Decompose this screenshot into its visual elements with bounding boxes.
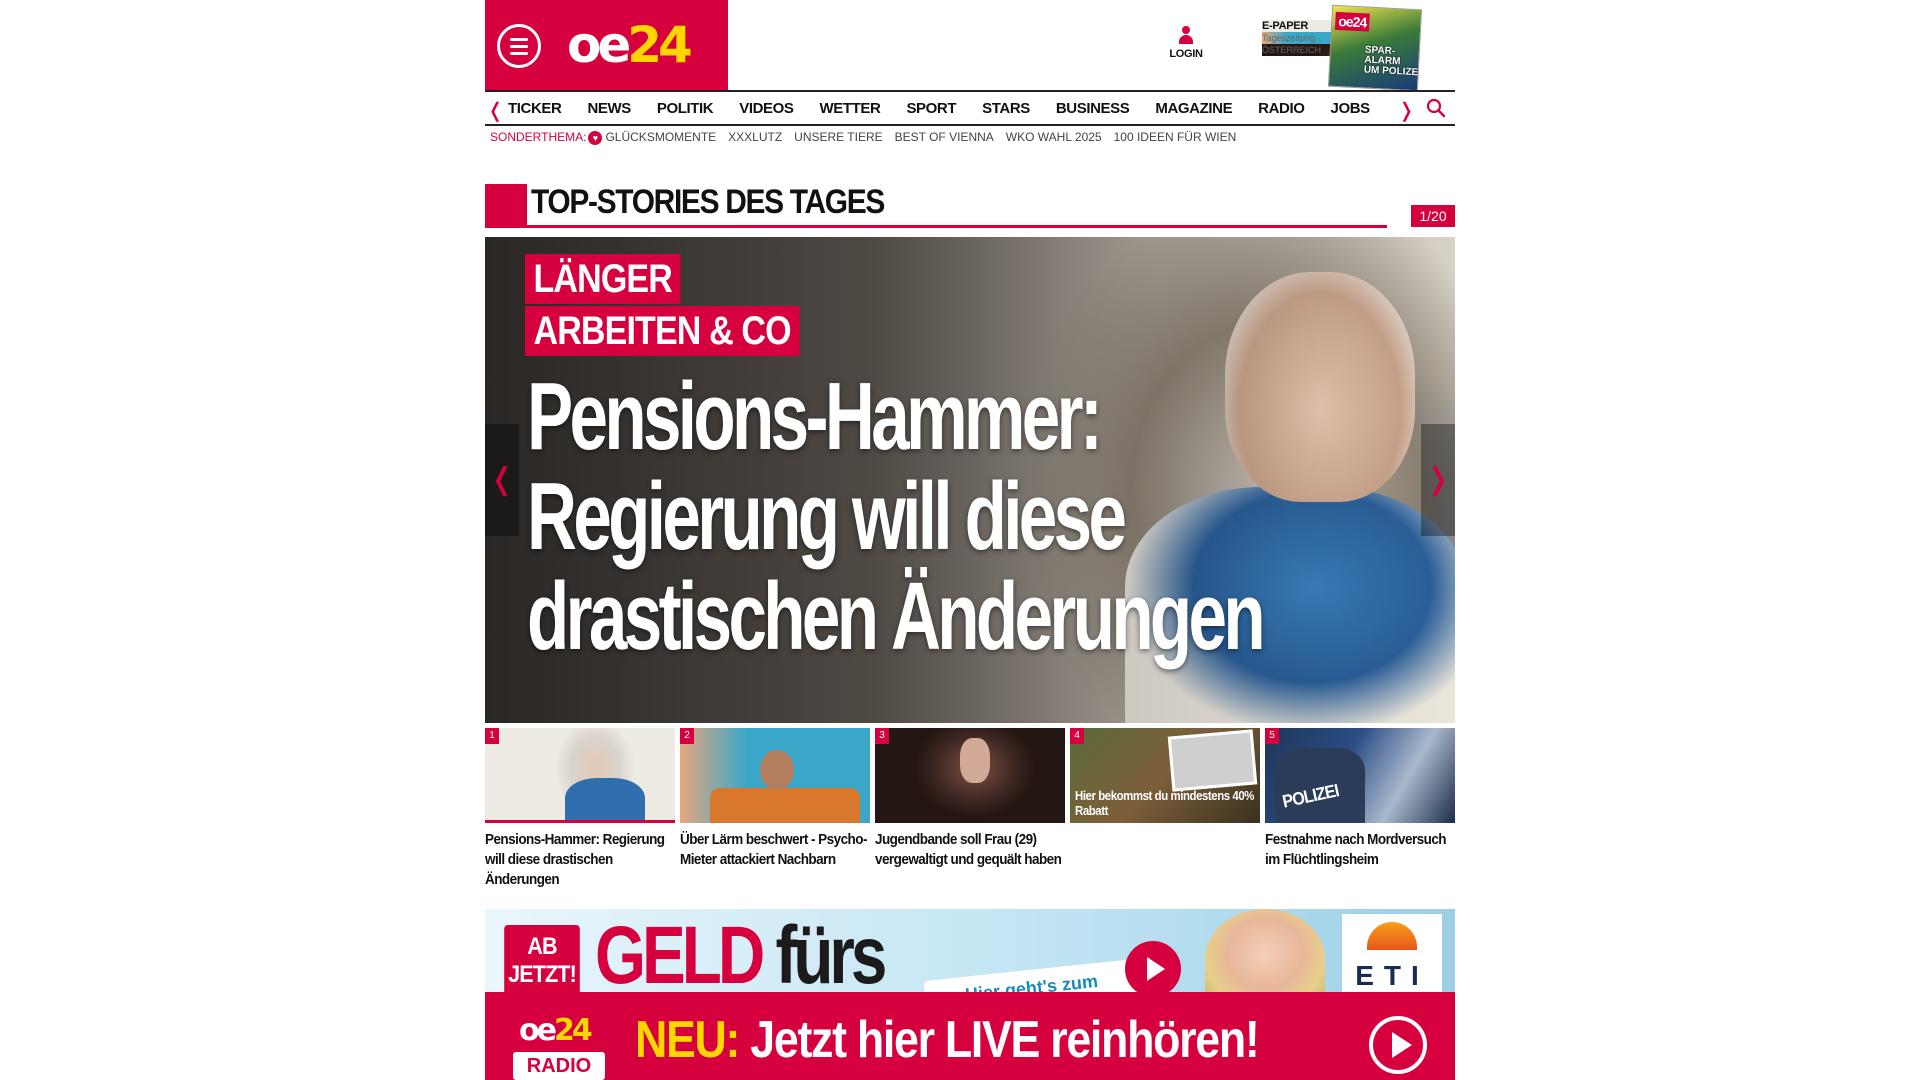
heart-icon: ♥ — [588, 131, 603, 145]
ad-word-geld: GELD — [595, 910, 765, 1001]
ad-model-image — [1205, 909, 1325, 1000]
radio-logo-label: RADIO — [513, 1052, 605, 1080]
thumb-caption: Pensions-Hammer: Regierung will diese dr… — [485, 831, 665, 888]
nav-item-sport[interactable]: SPORT — [906, 100, 956, 117]
thumb-image: 1 — [485, 728, 675, 823]
special-topic-item[interactable]: GLÜCKSMOMENTE — [605, 130, 716, 145]
nav-item-politik[interactable]: POLITIK — [657, 100, 714, 117]
epaper-cover-image[interactable]: oe24 SPAR- ALARM UM POLIZEI — [1327, 4, 1423, 92]
thumb-caption: Festnahme nach Mordversuch im Flüchtling… — [1265, 831, 1447, 868]
thumb-number: 4 — [1070, 728, 1084, 744]
radio-logo-oe: oe — [519, 1013, 557, 1048]
thumb-number: 3 — [875, 728, 889, 744]
radio-logo-oe24: oe24 — [519, 1013, 593, 1048]
thumb-caption: Jugendbande soll Frau (29) vergewaltigt … — [875, 831, 1062, 868]
sun-icon — [1367, 922, 1417, 950]
story-thumb-3[interactable]: 3 Jugendbande soll Frau (29) vergewaltig… — [875, 728, 1065, 893]
hero-kicker: LÄNGER ARBEITEN & CO — [525, 254, 848, 358]
ad-badge: AB JETZT! — [504, 925, 580, 995]
thumb-image: POLIZEI 5 — [1265, 728, 1455, 823]
section-divider — [527, 225, 1387, 228]
epaper-line3: ÖSTERREICH — [1262, 44, 1332, 56]
radio-logo: oe24 RADIO — [513, 1013, 605, 1080]
hero-story[interactable]: LÄNGER ARBEITEN & CO Pensions-Hammer: Re… — [485, 237, 1455, 723]
carousel-next-icon[interactable]: ❭ — [1421, 424, 1455, 536]
thumb-overlay-text: Hier bekommst du mindestens 40% Rabatt — [1075, 788, 1254, 818]
special-topic-item[interactable]: BEST OF VIENNA — [895, 130, 994, 145]
special-topic-item[interactable]: XXXLUTZ — [728, 130, 782, 145]
nav-scroll-left-icon[interactable]: ❬ — [487, 98, 504, 123]
logo-24: 24 — [627, 16, 693, 74]
thumb-image: 2 — [680, 728, 870, 823]
radio-live-banner[interactable]: oe24 RADIO NEU: Jetzt hier LIVE reinhöre… — [485, 992, 1455, 1080]
slide-counter: 1/20 — [1411, 205, 1455, 227]
login-label: LOGIN — [1169, 48, 1203, 60]
hero-headline-line: Regierung will diese — [527, 463, 1127, 570]
hero-kicker-line: ARBEITEN & CO — [525, 306, 800, 356]
epaper-cover-logo: oe24 — [1334, 11, 1370, 32]
epaper-link[interactable]: E-PAPER Tageszeitung ÖSTERREICH — [1262, 20, 1332, 56]
bike-photo — [1167, 729, 1258, 792]
nav-item-stars[interactable]: STARS — [982, 100, 1030, 117]
thumb-number: 1 — [485, 728, 499, 744]
ad-banner[interactable]: AB JETZT! GELD fürs Hier geht's zum ETI — [485, 909, 1455, 1000]
nav-item-news[interactable]: NEWS — [587, 100, 631, 117]
special-topic-label: SONDERTHEMA: — [490, 130, 587, 144]
story-thumb-1[interactable]: 1 Pensions-Hammer: Regierung will diese … — [485, 728, 675, 893]
play-icon — [1125, 941, 1181, 997]
special-topic-item[interactable]: 100 IDEEN FÜR WIEN — [1114, 130, 1237, 145]
site-logo[interactable]: oe24 — [567, 12, 693, 78]
story-thumbnails: 1 Pensions-Hammer: Regierung will diese … — [485, 728, 1455, 893]
main-nav: ❬ TICKER NEWS POLITIK VIDEOS WETTER SPOR… — [485, 90, 1455, 126]
thumb-caption: Über Lärm beschwert - Psycho-Mieter atta… — [680, 831, 867, 868]
hero-headline[interactable]: Pensions-Hammer: Regierung will diese dr… — [527, 363, 1266, 670]
eti-logo-text: ETI — [1355, 960, 1429, 991]
radio-cta-text: Jetzt hier LIVE reinhören! — [739, 1011, 1259, 1069]
active-indicator — [485, 820, 675, 823]
epaper-title: E-PAPER — [1262, 20, 1332, 32]
radio-logo-24: 24 — [553, 1013, 593, 1048]
ad-headline: GELD fürs — [595, 910, 887, 1001]
section-title: TOP-STORIES DES TAGES — [531, 183, 885, 221]
radio-banner-text: NEU: Jetzt hier LIVE reinhören! — [635, 1008, 1260, 1072]
thumb-image: Hier bekommst du mindestens 40% Rabatt 4 — [1070, 728, 1260, 823]
menu-icon[interactable] — [497, 24, 541, 68]
hero-headline-line: drastischen Änderungen — [527, 563, 1266, 670]
nav-item-wetter[interactable]: WETTER — [820, 100, 881, 117]
special-topic-item[interactable]: WKO WAHL 2025 — [1006, 130, 1102, 145]
carousel-prev-icon[interactable]: ❬ — [485, 424, 519, 536]
play-circle-icon[interactable] — [1369, 1016, 1427, 1074]
hero-kicker-line: LÄNGER — [525, 254, 681, 304]
thumb-number: 5 — [1265, 728, 1279, 744]
radio-new-label: NEU: — [635, 1011, 740, 1069]
nav-item-jobs[interactable]: JOBS — [1331, 100, 1371, 117]
special-topic-item[interactable]: UNSERE TIERE — [794, 130, 882, 145]
search-icon[interactable] — [1426, 98, 1446, 118]
brand-block: oe24 — [485, 0, 728, 90]
nav-item-magazine[interactable]: MAGAZINE — [1155, 100, 1232, 117]
epaper-cover-headline: SPAR- ALARM UM POLIZEI — [1363, 44, 1422, 79]
user-icon — [1177, 26, 1195, 46]
nav-list: TICKER NEWS POLITIK VIDEOS WETTER SPORT … — [508, 100, 1396, 117]
nav-item-videos[interactable]: VIDEOS — [739, 100, 794, 117]
page-wrapper: oe24 LOGIN E-PAPER Tageszeitung ÖSTERREI… — [485, 0, 1455, 1080]
thumb-image: 3 — [875, 728, 1065, 823]
hero-headline-line: Pensions-Hammer: — [527, 363, 1103, 470]
section-title-marker — [485, 184, 527, 228]
nav-item-radio[interactable]: RADIO — [1258, 100, 1305, 117]
story-thumb-2[interactable]: 2 Über Lärm beschwert - Psycho-Mieter at… — [680, 728, 870, 893]
thumb-number: 2 — [680, 728, 694, 744]
nav-item-ticker[interactable]: TICKER — [508, 100, 562, 117]
epaper-line2: Tageszeitung — [1262, 32, 1332, 44]
login-button[interactable]: LOGIN — [1158, 26, 1214, 60]
logo-oe: oe — [567, 16, 631, 74]
story-thumb-5[interactable]: POLIZEI 5 Festnahme nach Mordversuch im … — [1265, 728, 1455, 893]
special-topics-bar: SONDERTHEMA: ♥ GLÜCKSMOMENTE XXXLUTZ UNS… — [490, 130, 1248, 145]
nav-item-business[interactable]: BUSINESS — [1056, 100, 1130, 117]
story-thumb-4[interactable]: Hier bekommst du mindestens 40% Rabatt 4 — [1070, 728, 1260, 893]
eti-logo: ETI — [1342, 914, 1442, 1000]
ad-word-furs: fürs — [775, 910, 887, 1001]
nav-scroll-right-icon[interactable]: ❭ — [1398, 98, 1415, 123]
